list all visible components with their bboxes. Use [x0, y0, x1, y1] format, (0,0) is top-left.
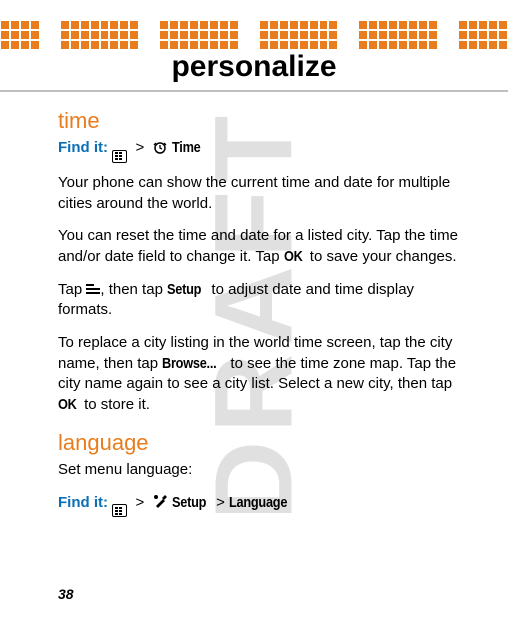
find-it-label-2: Find it: [58, 494, 108, 511]
page-header: personalize [0, 6, 508, 98]
ok-label: OK [284, 247, 303, 268]
menu-icon [86, 284, 100, 296]
nav-language-label: Language [229, 493, 287, 514]
find-it-label: Find it: [58, 139, 108, 156]
time-para-1: Your phone can show the current time and… [58, 173, 458, 214]
setup-label: Setup [167, 280, 201, 301]
apps-grid-icon [112, 150, 127, 163]
section-heading-language: language [58, 428, 458, 458]
content-area: time Find it: > Time Your phone can show… [0, 98, 508, 517]
title-underline [0, 90, 508, 92]
find-it-time: Find it: > Time [58, 138, 458, 163]
browse-label: Browse... [162, 354, 216, 375]
time-para-3: Tap , then tap Setup to adjust date and … [58, 280, 458, 321]
nav-time-label: Time [172, 138, 201, 159]
clock-icon [153, 140, 168, 161]
ok-label-2: OK [58, 395, 77, 416]
section-heading-time: time [58, 106, 458, 136]
page-number: 38 [58, 586, 74, 602]
time-para-4: To replace a city listing in the world t… [58, 333, 458, 416]
nav-setup-label: Setup [172, 493, 206, 514]
find-it-language: Find it: > Setup > Language [58, 493, 458, 518]
tools-icon [153, 494, 168, 516]
time-para-2: You can reset the time and date for a li… [58, 226, 458, 267]
decorative-dots [0, 20, 508, 50]
gt-3: > [216, 494, 225, 511]
apps-grid-icon-2 [112, 504, 127, 517]
language-para-1: Set menu language: [58, 460, 458, 481]
gt-2: > [136, 494, 145, 511]
gt: > [136, 139, 145, 156]
